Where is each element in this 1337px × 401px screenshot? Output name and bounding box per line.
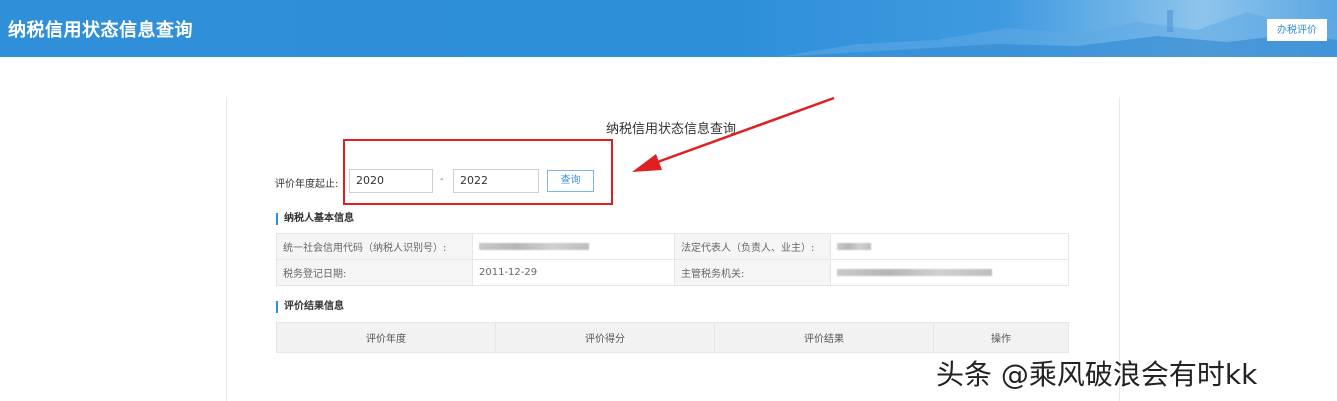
reg-date-label: 税务登记日期: <box>276 259 473 286</box>
tax-office-label: 主管税务机关: <box>674 259 831 286</box>
highlight-box <box>343 139 613 205</box>
table-header-row: 评价年度 评价得分 评价结果 操作 <box>276 322 1069 353</box>
credit-code-label: 统一社会信用代码（纳税人识别号）: <box>276 233 473 260</box>
basic-info-title: 纳税人基本信息 <box>276 213 354 225</box>
top-banner: 纳税信用状态信息查询 办税评价 <box>0 0 1337 57</box>
eval-button[interactable]: 办税评价 <box>1267 19 1327 41</box>
result-table: 评价年度 评价得分 评价结果 操作 <box>276 322 1069 353</box>
basic-info-table: 统一社会信用代码（纳税人识别号）: 法定代表人（负责人、业主）: 税务登记日期:… <box>276 233 1069 286</box>
tax-office-value <box>830 259 1069 286</box>
range-label: 评价年度起止: <box>275 179 339 190</box>
table-row: 统一社会信用代码（纳税人识别号）: 法定代表人（负责人、业主）: <box>276 233 1069 260</box>
credit-code-value <box>472 233 675 260</box>
app-title: 纳税信用状态信息查询 <box>8 20 193 41</box>
column-header-score: 评价得分 <box>495 322 715 353</box>
mountain-illustration <box>777 10 1337 57</box>
result-info-title: 评价结果信息 <box>276 301 344 313</box>
redacted-value <box>837 268 992 276</box>
reg-date-value: 2011-12-29 <box>472 259 675 286</box>
column-header-year: 评价年度 <box>276 322 496 353</box>
redacted-value <box>479 242 589 250</box>
redacted-value <box>837 242 871 250</box>
legal-rep-label: 法定代表人（负责人、业主）: <box>674 233 831 260</box>
watermark: 头条 @乘风破浪会有时kk <box>936 358 1258 391</box>
legal-rep-value <box>830 233 1069 260</box>
column-header-result: 评价结果 <box>714 322 934 353</box>
red-arrow-icon <box>632 96 835 172</box>
column-header-action: 操作 <box>933 322 1069 353</box>
table-row: 税务登记日期: 2011-12-29 主管税务机关: <box>276 259 1069 286</box>
